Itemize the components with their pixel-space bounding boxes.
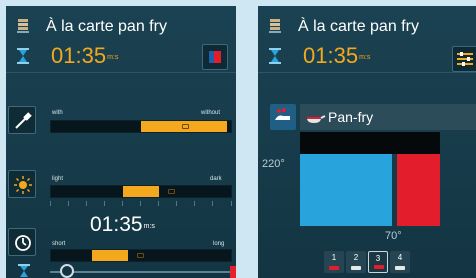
sliders-icon (457, 52, 473, 66)
core-temperature: 70° (385, 230, 402, 242)
with-without-slider[interactable] (50, 120, 232, 133)
label-long: long (213, 241, 225, 247)
program-name: Pan-fry (328, 109, 374, 125)
climate-top-band (300, 132, 440, 154)
slider-fill (92, 250, 128, 261)
mid-time-readout: 01:35m:s (90, 213, 155, 236)
hourglass-small-icon (18, 264, 30, 277)
red-indicator (230, 266, 236, 278)
time-adjust-button[interactable] (8, 228, 36, 256)
cooking-screen-overview: À la carte pan fry 01:35m:s Pan-fry 220°… (258, 6, 476, 278)
flag-button[interactable] (202, 44, 228, 70)
header-divider (258, 72, 476, 73)
label-short: short (52, 241, 66, 247)
cooking-screen-detail: À la carte pan fry 01:35m:s with without (6, 6, 236, 278)
slider-marker (168, 189, 175, 194)
hourglass-icon (269, 48, 281, 64)
cooking-time[interactable]: 01:35m:s (303, 44, 370, 68)
heat-phase-block[interactable] (397, 154, 440, 226)
timer-icon (15, 235, 31, 251)
step-heat-mark (374, 265, 384, 269)
core-slider-track[interactable] (50, 271, 234, 273)
step-4-button[interactable]: 4 (390, 251, 410, 273)
header-divider (6, 72, 236, 73)
cooking-time[interactable]: 01:35m:s (51, 44, 118, 68)
label-without: without (201, 110, 221, 116)
step-3-button[interactable]: 3 (368, 251, 388, 273)
light-dark-slider[interactable] (50, 185, 232, 198)
steam-phase-block[interactable] (300, 154, 392, 226)
cooking-time-value: 01:35 (303, 43, 359, 68)
step-heat-mark (329, 266, 339, 270)
step-2-button[interactable]: 2 (346, 251, 366, 273)
core-slider-knob[interactable] (60, 264, 74, 278)
step-number: 1 (331, 253, 337, 262)
spatula-icon (15, 112, 32, 129)
settings-sliders-button[interactable] (452, 46, 476, 72)
tray-stack-icon (17, 19, 29, 33)
step-number: 2 (353, 253, 359, 262)
steam-mode-button[interactable] (270, 104, 296, 130)
pan-fry-program-button[interactable]: Pan-fry (300, 104, 476, 130)
browning-tool-button[interactable] (8, 106, 36, 134)
slider-marker (182, 124, 189, 129)
pan-icon (307, 115, 326, 123)
sun-icon (14, 176, 32, 194)
step-mark (351, 266, 361, 270)
program-title: À la carte pan fry (46, 18, 167, 35)
slider-fill (123, 186, 159, 197)
step-number: 3 (375, 254, 381, 263)
short-long-slider[interactable] (50, 249, 232, 262)
hourglass-icon (17, 48, 29, 64)
light-dark-ticks (50, 201, 232, 206)
header: À la carte pan fry 01:35m:s (258, 6, 476, 72)
label-light: light (52, 176, 64, 182)
label-dark: dark (210, 176, 222, 182)
slider-marker (137, 253, 144, 258)
mid-time-value: 01:35 (90, 213, 143, 236)
header: À la carte pan fry 01:35m:s (6, 6, 236, 72)
tray-stack-icon (269, 19, 281, 33)
label-with: with (52, 110, 63, 116)
step-1-button[interactable]: 1 (324, 251, 344, 273)
cooking-time-unit: m:s (359, 54, 371, 61)
program-title: À la carte pan fry (298, 18, 419, 35)
flag-icon (209, 51, 221, 63)
step-mark (395, 266, 405, 270)
cabinet-temperature: 220° (262, 158, 285, 170)
cooking-time-value: 01:35 (51, 43, 107, 68)
step-number: 4 (397, 253, 403, 262)
cooking-time-unit: m:s (107, 54, 119, 61)
browning-level-button[interactable] (8, 170, 36, 198)
steam-hand-icon (275, 108, 290, 120)
program-row[interactable]: Pan-fry (270, 104, 476, 130)
mid-time-unit: m:s (143, 223, 155, 230)
